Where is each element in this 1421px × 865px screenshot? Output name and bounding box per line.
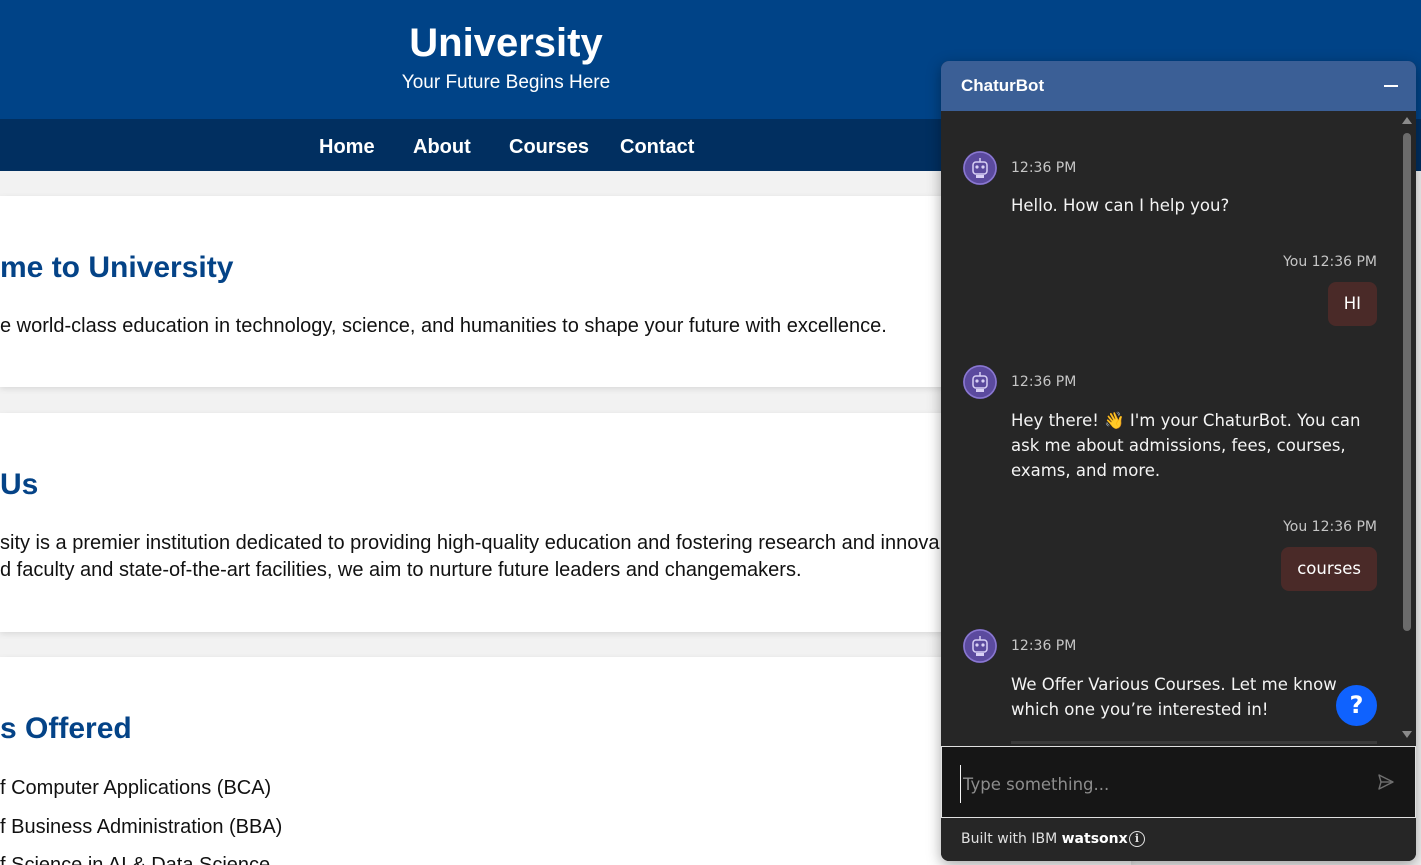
courses-heading: s Offered: [0, 712, 132, 745]
about-text-line-1: sity is a premier institution dedicated …: [0, 532, 940, 554]
bot-message: We Offer Various Courses. Let me know wh…: [1011, 675, 1337, 719]
nav-link-contact[interactable]: Contact: [620, 119, 694, 171]
help-button[interactable]: ?: [1336, 685, 1377, 726]
message-time: 12:36 PM: [1011, 374, 1077, 390]
course-item: f Business Administration (BBA): [0, 816, 283, 838]
chat-messages[interactable]: 12:36 PM Hello. How can I help you? You …: [941, 111, 1416, 746]
send-icon[interactable]: [1377, 773, 1395, 791]
robot-icon: [963, 365, 997, 399]
about-heading: Us: [0, 468, 39, 501]
nav-link-home[interactable]: Home: [319, 119, 375, 171]
welcome-heading: me to University: [0, 251, 234, 284]
chat-input-container: [941, 746, 1416, 818]
footer-brand: watsonx: [1061, 831, 1128, 847]
course-item: f Computer Applications (BCA): [0, 777, 272, 799]
scrollbar-thumb[interactable]: [1403, 133, 1411, 631]
user-message: HI: [1327, 282, 1377, 326]
chat-header: ChaturBot: [941, 61, 1416, 111]
about-text-line-2: d faculty and state-of-the-art facilitie…: [0, 559, 802, 581]
scroll-up-icon[interactable]: [1402, 117, 1412, 124]
nav-link-about[interactable]: About: [413, 119, 471, 171]
footer-text: Built with IBM watsonx: [961, 818, 1128, 861]
footer-prefix: Built with IBM: [961, 831, 1062, 847]
welcome-text: e world-class education in technology, s…: [0, 315, 887, 337]
robot-icon: [963, 629, 997, 663]
nav-link-courses[interactable]: Courses: [509, 119, 589, 171]
chat-footer: Built with IBM watsonx i: [941, 818, 1416, 861]
user-message-meta: You 12:36 PM: [1283, 254, 1377, 270]
chat-input[interactable]: [960, 765, 1365, 803]
minimize-icon[interactable]: [1384, 85, 1398, 87]
info-icon[interactable]: i: [1129, 831, 1145, 847]
chat-scrollbar[interactable]: [1398, 111, 1416, 746]
chat-title: ChaturBot: [961, 76, 1045, 95]
option-card-edge: [1011, 741, 1377, 744]
course-item: f Science in AI & Data Science: [0, 854, 271, 865]
user-message: courses: [1281, 547, 1377, 591]
bot-message: Hey there! 👋 I'm your ChaturBot. You can…: [1011, 411, 1361, 480]
site-tagline: Your Future Begins Here: [401, 72, 611, 93]
message-time: 12:36 PM: [1011, 638, 1077, 654]
bot-message: Hello. How can I help you?: [1011, 196, 1230, 215]
user-message-meta: You 12:36 PM: [1283, 519, 1377, 535]
message-time: 12:36 PM: [1011, 160, 1077, 176]
site-title: University: [409, 21, 603, 65]
robot-icon: [963, 151, 997, 185]
chat-widget: ChaturBot 12:36 PM Hello. How can I help…: [941, 61, 1416, 861]
scroll-down-icon[interactable]: [1402, 731, 1412, 738]
